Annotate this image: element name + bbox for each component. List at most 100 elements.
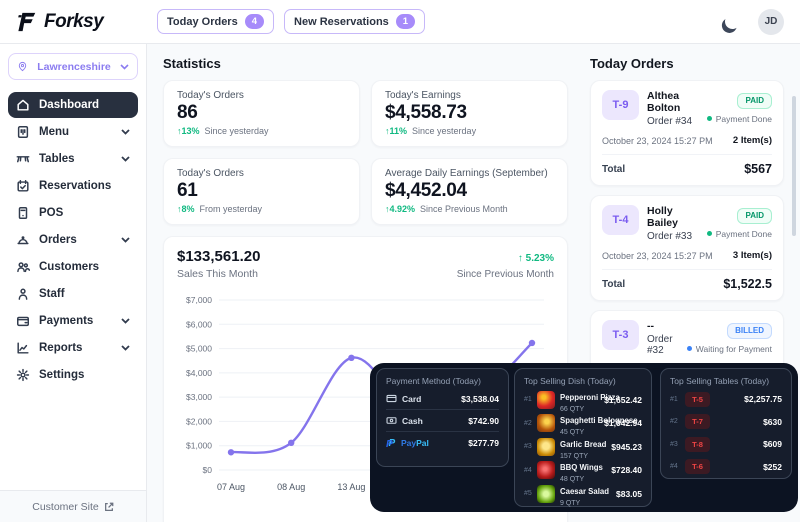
delta-up: ↑8% xyxy=(177,204,195,214)
sidebar-item-dashboard[interactable]: Dashboard xyxy=(8,92,138,118)
order-items-count: 2 Item(s) xyxy=(732,135,772,146)
cash-icon xyxy=(386,417,397,424)
user-avatar[interactable]: JD xyxy=(758,8,784,35)
gear-icon xyxy=(16,368,30,382)
staff-person-icon xyxy=(18,288,28,300)
page-title: Statistics xyxy=(163,56,221,71)
table-badge: T-4 xyxy=(602,205,639,235)
total-label: Total xyxy=(602,163,626,175)
sidebar-item-customers[interactable]: Customers xyxy=(8,254,138,280)
sales-month-subtitle: Sales This Month xyxy=(177,268,258,280)
delta-up: ↑4.92% xyxy=(385,204,416,214)
sidebar-item-orders[interactable]: Orders xyxy=(8,227,138,253)
today-orders-button[interactable]: Today Orders 4 xyxy=(157,9,275,34)
delta-up: ↑13% xyxy=(177,126,200,136)
customer-name: Holly Bailey xyxy=(647,205,678,229)
customers-icon xyxy=(17,262,30,273)
external-link-icon xyxy=(104,502,114,511)
sidebar-item-payments[interactable]: Payments xyxy=(8,308,138,334)
dark-mode-toggle-icon[interactable] xyxy=(723,12,741,30)
svg-text:08 Aug: 08 Aug xyxy=(277,482,305,492)
caesar-salad-image xyxy=(537,484,555,503)
order-card[interactable]: T-9 Althea Bolton Order #34 PAID Payment… xyxy=(590,80,784,186)
payment-method-panel: Payment Method (Today) Card $3,538.04 Ca… xyxy=(376,368,509,467)
order-total: $1,522.5 xyxy=(723,277,772,291)
dish-row: #2 Spaghetti Bolognese 45 QTY $1,042.94 xyxy=(524,414,642,437)
home-icon xyxy=(17,99,29,111)
svg-text:07 Aug: 07 Aug xyxy=(217,482,245,492)
today-orders-count-badge: 4 xyxy=(244,14,265,29)
chevron-down-icon xyxy=(121,129,130,135)
forksy-logo-icon xyxy=(18,12,36,31)
paypal-icon: PP xyxy=(386,437,396,450)
order-items-count: 3 Item(s) xyxy=(732,250,772,261)
table-row: #2 T-7 $630 xyxy=(670,411,782,434)
delta-up: ↑11% xyxy=(385,126,408,136)
spaghetti-bolognese-image xyxy=(537,414,555,433)
credit-card-icon xyxy=(386,394,397,403)
customer-name: Althea Bolton xyxy=(647,90,681,114)
new-reservations-button[interactable]: New Reservations 1 xyxy=(284,9,426,34)
svg-text:$5,000: $5,000 xyxy=(186,344,212,354)
top-selling-tables-panel: Top Selling Tables (Today) #1 T-5 $2,257… xyxy=(660,368,792,479)
stat-card-todays-orders-2: Today's Orders 61 ↑8% From yesterday xyxy=(163,158,360,225)
chevron-down-icon xyxy=(121,237,130,243)
new-reservations-count-badge: 1 xyxy=(395,14,416,29)
order-number: Order #33 xyxy=(647,231,693,242)
sidebar-item-reports[interactable]: Reports xyxy=(8,335,138,361)
location-selector[interactable]: Lawrenceshire xyxy=(8,53,138,80)
calendar-check-icon xyxy=(17,180,29,192)
order-number: Order #34 xyxy=(647,116,693,127)
table-badge: T-7 xyxy=(685,414,710,430)
dashboard-page: Forksy Today Orders 4 New Reservations 1… xyxy=(0,0,800,522)
reports-chart-icon xyxy=(17,342,29,354)
stat-card-todays-earnings: Today's Earnings $4,558.73 ↑11% Since yes… xyxy=(371,80,568,147)
sidebar-item-settings[interactable]: Settings xyxy=(8,362,138,388)
order-date: October 23, 2024 15:27 PM xyxy=(602,135,713,146)
customer-site-link[interactable]: Customer Site xyxy=(0,490,147,522)
forksy-logo[interactable]: Forksy xyxy=(0,11,147,33)
top-header: Forksy Today Orders 4 New Reservations 1… xyxy=(0,0,800,44)
sidebar-nav: Dashboard Menu Tables Reservations POS O… xyxy=(0,92,146,388)
bbq-wings-image xyxy=(537,461,555,480)
sidebar-item-menu[interactable]: Menu xyxy=(8,119,138,145)
sidebar-item-pos[interactable]: POS xyxy=(8,200,138,226)
menu-card-icon xyxy=(17,126,29,138)
table-row: #4 T-6 $252 xyxy=(670,456,782,479)
svg-text:$4,000: $4,000 xyxy=(186,368,212,378)
payment-row-card: Card $3,538.04 xyxy=(386,388,499,410)
order-number: Order #32 xyxy=(647,334,673,356)
sidebar-item-tables[interactable]: Tables xyxy=(8,146,138,172)
status-badge: BILLED xyxy=(727,322,772,339)
sidebar-item-reservations[interactable]: Reservations xyxy=(8,173,138,199)
status-dot xyxy=(706,116,712,121)
today-orders-title: Today Orders xyxy=(590,56,674,71)
table-badge: T-5 xyxy=(685,391,710,407)
payment-row-cash: Cash $742.90 xyxy=(386,410,499,432)
chevron-down-icon xyxy=(121,318,130,324)
summary-overlay-backdrop: Payment Method (Today) Card $3,538.04 Ca… xyxy=(370,363,798,512)
sales-delta: ↑ 5.23% xyxy=(517,253,554,264)
order-card[interactable]: T-4 Holly Bailey Order #33 PAID Payment … xyxy=(590,195,784,301)
stats-grid: Today's Orders 86 ↑13% Since yesterday To… xyxy=(163,80,568,225)
sidebar-item-staff[interactable]: Staff xyxy=(8,281,138,307)
pos-terminal-icon xyxy=(18,207,28,219)
status-badge: PAID xyxy=(737,207,772,224)
orders-scrollbar[interactable] xyxy=(792,96,796,236)
svg-text:$0: $0 xyxy=(203,465,213,475)
sidebar: Lawrenceshire Dashboard Menu Tables Rese… xyxy=(0,44,147,490)
pepperoni-pizza-image xyxy=(537,390,555,409)
table-badge: T-9 xyxy=(602,90,639,120)
svg-text:$3,000: $3,000 xyxy=(186,392,212,402)
location-label: Lawrenceshire xyxy=(37,60,111,73)
total-label: Total xyxy=(602,278,626,290)
order-total: $567 xyxy=(744,162,772,176)
svg-text:$6,000: $6,000 xyxy=(186,319,212,329)
sales-delta-note: Since Previous Month xyxy=(456,269,554,280)
svg-text:13 Aug: 13 Aug xyxy=(337,482,365,492)
dish-row: #4 BBQ Wings 48 QTY $728.40 xyxy=(524,461,642,484)
chevron-down-icon xyxy=(121,345,130,351)
order-date: October 23, 2024 15:27 PM xyxy=(602,250,713,261)
svg-text:$1,000: $1,000 xyxy=(186,441,212,451)
status-dot xyxy=(686,346,692,351)
